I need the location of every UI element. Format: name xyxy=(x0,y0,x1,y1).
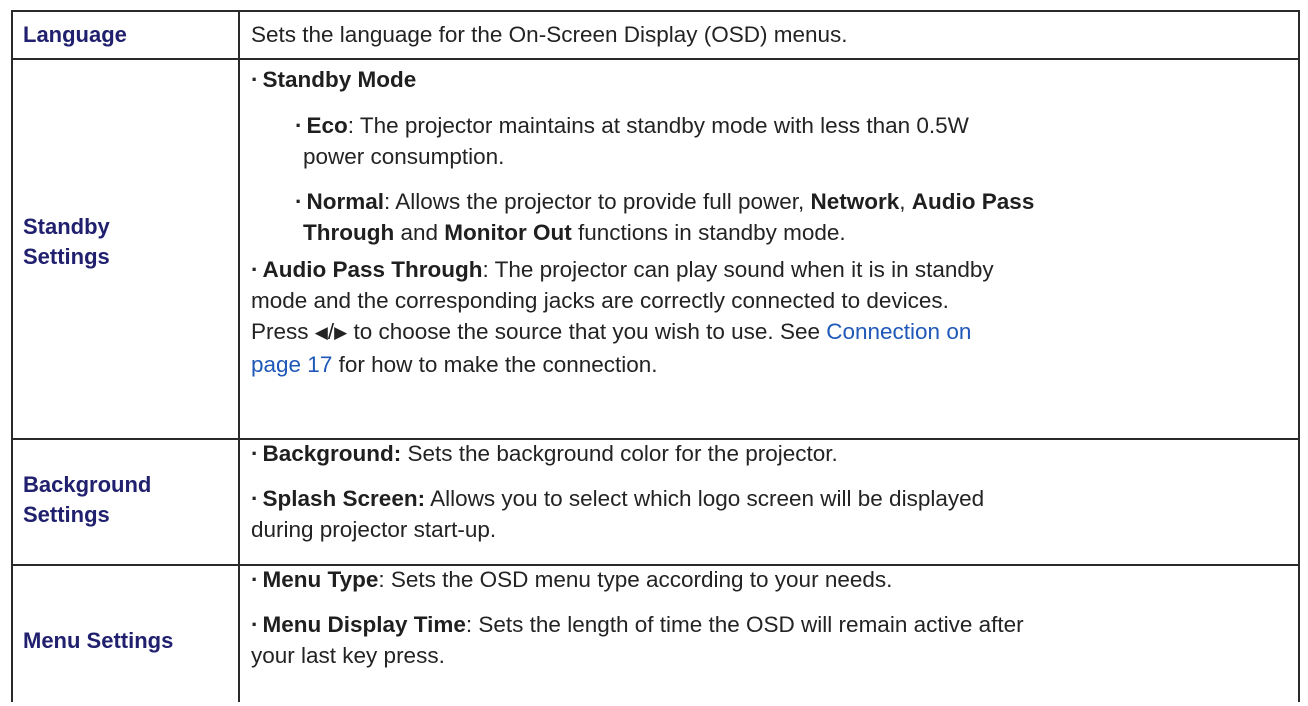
and-text: and xyxy=(394,220,445,245)
bullet: · xyxy=(251,441,259,466)
row-description-background: · Background: Sets the background color f… xyxy=(251,438,1290,545)
press-text: Press xyxy=(251,319,315,344)
audio-pass-text-cont: mode and the corresponding jacks are cor… xyxy=(251,288,949,313)
connection-link-page[interactable]: page 17 xyxy=(251,352,332,377)
bullet: · xyxy=(251,486,259,511)
audio-pass-label: Audio Pass xyxy=(911,189,1035,214)
row-description-language: Sets the language for the On-Screen Disp… xyxy=(251,19,1290,50)
normal-text: : Allows the projector to provide full p… xyxy=(384,189,811,214)
row-header-background: Background Settings xyxy=(23,470,233,530)
row-header-background-line1: Background xyxy=(23,472,152,497)
normal-label: Normal xyxy=(306,189,385,214)
bullet: · xyxy=(295,189,303,214)
background-label: Background: xyxy=(262,441,402,466)
left-arrow-icon: ◀ xyxy=(314,323,328,342)
row-header-standby: Standby Settings xyxy=(23,212,233,272)
table-row-menu: Menu Settings · Menu Type: Sets the OSD m… xyxy=(13,564,1298,706)
network-label: Network xyxy=(810,189,900,214)
connection-link[interactable]: Connection on xyxy=(826,319,971,344)
row-header-standby-line2: Settings xyxy=(23,244,110,269)
row-header-standby-line1: Standby xyxy=(23,214,110,239)
table-row-background: Background Settings · Background: Sets th… xyxy=(13,438,1298,566)
bullet: · xyxy=(251,257,259,282)
menu-display-time-text-cont: your last key press. xyxy=(251,643,445,668)
normal-text-cont: functions in standby mode. xyxy=(571,220,846,245)
table-row-standby: Standby Settings · Standby Mode · Eco: The… xyxy=(13,58,1298,440)
splash-screen-label: Splash Screen: xyxy=(262,486,426,511)
bullet: · xyxy=(251,612,259,637)
table-row-language: Language Sets the language for the On-Sc… xyxy=(13,12,1298,58)
background-text: Sets the background color for the projec… xyxy=(401,441,838,466)
menu-display-time-label: Menu Display Time xyxy=(262,612,466,637)
eco-text-cont: power consumption. xyxy=(303,144,505,169)
press-text-cont: to choose the source that you wish to us… xyxy=(347,319,827,344)
audio-pass-label-cont: Through xyxy=(303,220,395,245)
row-header-language: Language xyxy=(23,22,127,47)
settings-table: Language Sets the language for the On-Sc… xyxy=(11,10,1300,702)
bullet: · xyxy=(295,113,303,138)
eco-label: Eco xyxy=(306,113,348,138)
menu-display-time-text: : Sets the length of time the OSD will r… xyxy=(465,612,1024,637)
after-link-text: for how to make the connection. xyxy=(332,352,658,377)
splash-screen-text-cont: during projector start-up. xyxy=(251,517,497,542)
menu-type-text: : Sets the OSD menu type according to yo… xyxy=(378,567,893,592)
row-header-menu: Menu Settings xyxy=(23,628,174,653)
monitor-out-label: Monitor Out xyxy=(444,220,572,245)
right-arrow-icon: ▶ xyxy=(334,323,348,342)
bullet: · xyxy=(251,67,259,92)
standby-mode-title: Standby Mode xyxy=(262,67,417,92)
menu-type-label: Menu Type xyxy=(262,567,379,592)
bullet: · xyxy=(251,567,259,592)
audio-pass-text: : The projector can play sound when it i… xyxy=(482,257,994,282)
splash-screen-text: Allows you to select which logo screen w… xyxy=(425,486,985,511)
row-header-background-line2: Settings xyxy=(23,502,110,527)
language-description: Sets the language for the On-Screen Disp… xyxy=(251,22,848,47)
comma: , xyxy=(899,189,912,214)
audio-pass-through-label: Audio Pass Through xyxy=(262,257,483,282)
row-description-menu: · Menu Type: Sets the OSD menu type accor… xyxy=(251,564,1290,671)
row-description-standby: · Standby Mode · Eco: The projector mainta… xyxy=(251,64,1290,380)
eco-text: : The projector maintains at standby mod… xyxy=(347,113,969,138)
